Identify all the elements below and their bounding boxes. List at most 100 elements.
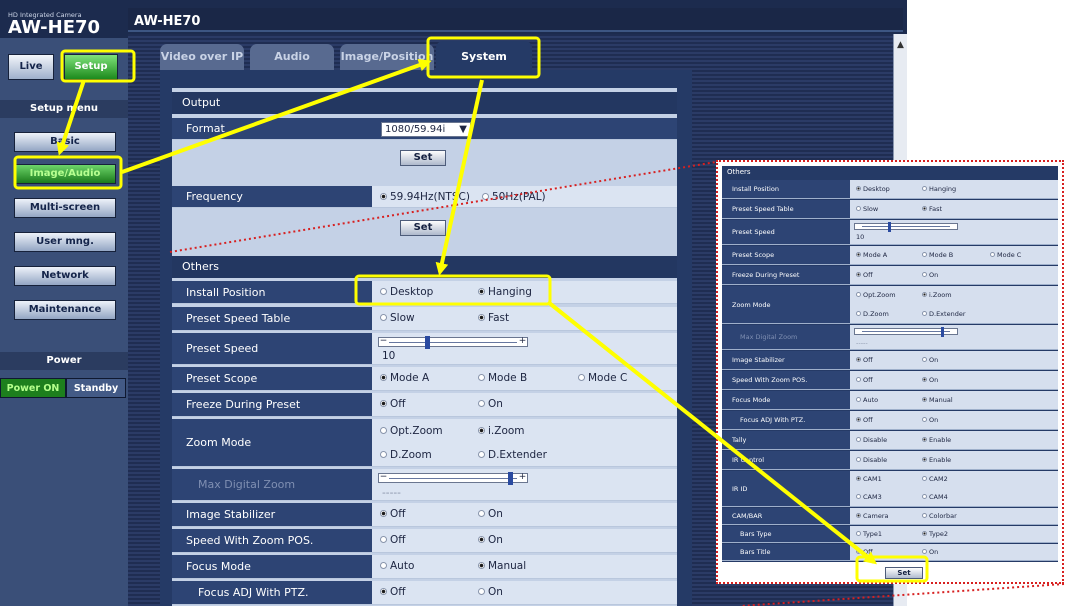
preset-speed-slider[interactable]: − + — [378, 336, 528, 349]
tab-image-position[interactable]: Image/Position — [340, 44, 434, 70]
zoom-ir-control-enable[interactable]: Enable — [922, 456, 951, 464]
zoom-mode-d-extender[interactable]: D.Extender — [478, 449, 547, 461]
slider-knob[interactable] — [941, 327, 945, 337]
zoom-ir-control-disable[interactable]: Disable — [856, 456, 887, 464]
image-stabilizer-on[interactable]: On — [478, 508, 503, 520]
focus-mode-auto[interactable]: Auto — [380, 560, 414, 572]
sidebar-item-user-mng[interactable]: User mng. — [14, 232, 116, 252]
zoom-preset-speed-table-fast[interactable]: Fast — [922, 205, 942, 213]
minus-icon[interactable]: − — [379, 337, 388, 347]
setup-mode-button[interactable]: Setup — [64, 54, 118, 80]
slider-knob[interactable] — [888, 222, 892, 232]
zoom-freeze-during-preset-on[interactable]: On — [922, 271, 938, 279]
zoom-preset-scope-mode-b[interactable]: Mode B — [922, 251, 953, 259]
zoom-max-digital-zoom-slider[interactable] — [854, 327, 958, 337]
zoom-install-position-desktop[interactable]: Desktop — [856, 185, 890, 193]
plus-icon[interactable]: + — [518, 337, 527, 347]
zoom-bars-title-off[interactable]: Off — [856, 548, 873, 556]
sidebar-item-network[interactable]: Network — [14, 266, 116, 286]
zoom-speed-with-zoom-pos-on[interactable]: On — [922, 376, 938, 384]
zoom-bars-type-type1[interactable]: Type1 — [856, 530, 882, 538]
zoom-bars-type-type2[interactable]: Type2 — [922, 530, 948, 538]
zoom-bars-title-on[interactable]: On — [922, 548, 938, 556]
plus-icon[interactable]: + — [518, 473, 527, 483]
zoom-preset-speed-table-slow[interactable]: Slow — [856, 205, 878, 213]
zoom-tally-enable[interactable]: Enable — [922, 436, 951, 444]
focus-mode-manual[interactable]: Manual — [478, 560, 526, 572]
zoom-cam-bar-camera[interactable]: Camera — [856, 512, 889, 520]
focus-adj-with-ptz-off[interactable]: Off — [380, 586, 406, 598]
zoom-ir-id-cam3[interactable]: CAM3 — [856, 493, 882, 501]
zoom-preset-scope-mode-c[interactable]: Mode C — [990, 251, 1021, 259]
zoom-install-position-hanging[interactable]: Hanging — [922, 185, 956, 193]
sidebar-item-multi-screen[interactable]: Multi-screen — [14, 198, 116, 218]
preset-speed-table-fast[interactable]: Fast — [478, 312, 509, 324]
frequency-option-pal[interactable]: 50Hz(PAL) — [482, 191, 546, 203]
radio-icon — [478, 399, 485, 407]
frequency-set-button[interactable]: Set — [400, 220, 446, 236]
preset-speed-table-fast-label: Fast — [488, 312, 510, 324]
zoom-mode-opt-zoom[interactable]: Opt.Zoom — [380, 425, 443, 437]
standby-button[interactable]: Standby — [66, 378, 126, 398]
minus-icon[interactable]: − — [379, 473, 388, 483]
install-position-desktop[interactable]: Desktop — [380, 286, 433, 298]
max-digital-zoom-slider[interactable]: − + — [378, 472, 528, 485]
zoom-ir-id-cam4[interactable]: CAM4 — [922, 493, 948, 501]
zoom-zoom-mode-d-zoom[interactable]: D.Zoom — [856, 310, 889, 318]
zoom-ir-id-cam1[interactable]: CAM1 — [856, 475, 882, 483]
scroll-up-icon[interactable]: ▲ — [895, 40, 906, 51]
zoom-preset-speed-slider[interactable] — [854, 222, 958, 232]
zoom-zoom-mode-i-zoom[interactable]: i.Zoom — [922, 291, 952, 299]
install-position-hanging[interactable]: Hanging — [478, 286, 532, 298]
zoom-speed-with-zoom-pos-off[interactable]: Off — [856, 376, 873, 384]
sidebar-item-maintenance[interactable]: Maintenance — [14, 300, 116, 320]
preset-speed-table-slow[interactable]: Slow — [380, 312, 415, 324]
zoom-tally-disable-label: Disable — [863, 436, 888, 444]
zoom-focus-mode-auto[interactable]: Auto — [856, 396, 878, 404]
preset-scope-mode-a[interactable]: Mode A — [380, 372, 429, 384]
zoom-image-stabilizer-on[interactable]: On — [922, 356, 938, 364]
zoom-zoom-mode-d-extender[interactable]: D.Extender — [922, 310, 966, 318]
speed-with-zoom-pos-off[interactable]: Off — [380, 534, 406, 546]
zoom-ir-id-cam2[interactable]: CAM2 — [922, 475, 948, 483]
zoom-mode-d-zoom[interactable]: D.Zoom — [380, 449, 432, 461]
zoom-speed-with-zoom-pos-row: Speed With Zoom POS. Off On — [722, 371, 1058, 390]
zoom-focus-adj-with-ptz-off[interactable]: Off — [856, 416, 873, 424]
freeze-during-preset-on[interactable]: On — [478, 398, 503, 410]
power-on-button[interactable]: Power ON — [0, 378, 66, 398]
frequency-option-ntsc[interactable]: 59.94Hz(NTSC) — [380, 191, 470, 203]
sidebar-item-basic[interactable]: Basic — [14, 132, 116, 152]
live-mode-button[interactable]: Live — [8, 54, 54, 80]
speed-with-zoom-pos-on[interactable]: On — [478, 534, 503, 546]
zoom-focus-adj-with-ptz-on[interactable]: On — [922, 416, 938, 424]
image-stabilizer-off[interactable]: Off — [380, 508, 406, 520]
tab-video-over-ip[interactable]: Video over IP — [160, 44, 244, 70]
format-set-button[interactable]: Set — [400, 150, 446, 166]
slider-knob[interactable] — [508, 472, 514, 485]
radio-selected-icon — [856, 512, 861, 518]
zoom-preset-scope-mode-a[interactable]: Mode A — [856, 251, 887, 259]
tab-audio[interactable]: Audio — [250, 44, 334, 70]
zoom-zoom-mode-opt-zoom[interactable]: Opt.Zoom — [856, 291, 896, 299]
zoom-tally-disable[interactable]: Disable — [856, 436, 887, 444]
tab-system[interactable]: System — [436, 41, 532, 70]
focus-adj-with-ptz-on[interactable]: On — [478, 586, 503, 598]
zoom-freeze-during-preset-off[interactable]: Off — [856, 271, 873, 279]
zoom-mode-i-zoom[interactable]: i.Zoom — [478, 425, 525, 437]
format-select[interactable]: 1080/59.94i ▼ — [381, 122, 471, 137]
zoom-focus-mode-manual[interactable]: Manual — [922, 396, 953, 404]
slider-knob[interactable] — [424, 336, 430, 349]
zoom-cam-bar-row: CAM/BAR Camera Colorbar — [722, 508, 1058, 525]
zoom-cam-bar-colorbar[interactable]: Colorbar — [922, 512, 957, 520]
preset-scope-mode-c[interactable]: Mode C — [578, 372, 627, 384]
sidebar-item-image-audio[interactable]: Image/Audio — [14, 164, 116, 184]
preset-speed-table-slow-label: Slow — [390, 312, 415, 324]
freeze-during-preset-off[interactable]: Off — [380, 398, 406, 410]
preset-scope-mode-a-label: Mode A — [390, 372, 430, 384]
sidebar: Live Setup Setup menu Basic Image/Audio … — [0, 38, 128, 606]
zoom-ir-control-enable-label: Enable — [929, 456, 952, 464]
zoom-image-stabilizer-off[interactable]: Off — [856, 356, 873, 364]
radio-icon — [478, 450, 485, 458]
preset-scope-mode-b[interactable]: Mode B — [478, 372, 527, 384]
zoom-set-button[interactable]: Set — [885, 567, 923, 579]
